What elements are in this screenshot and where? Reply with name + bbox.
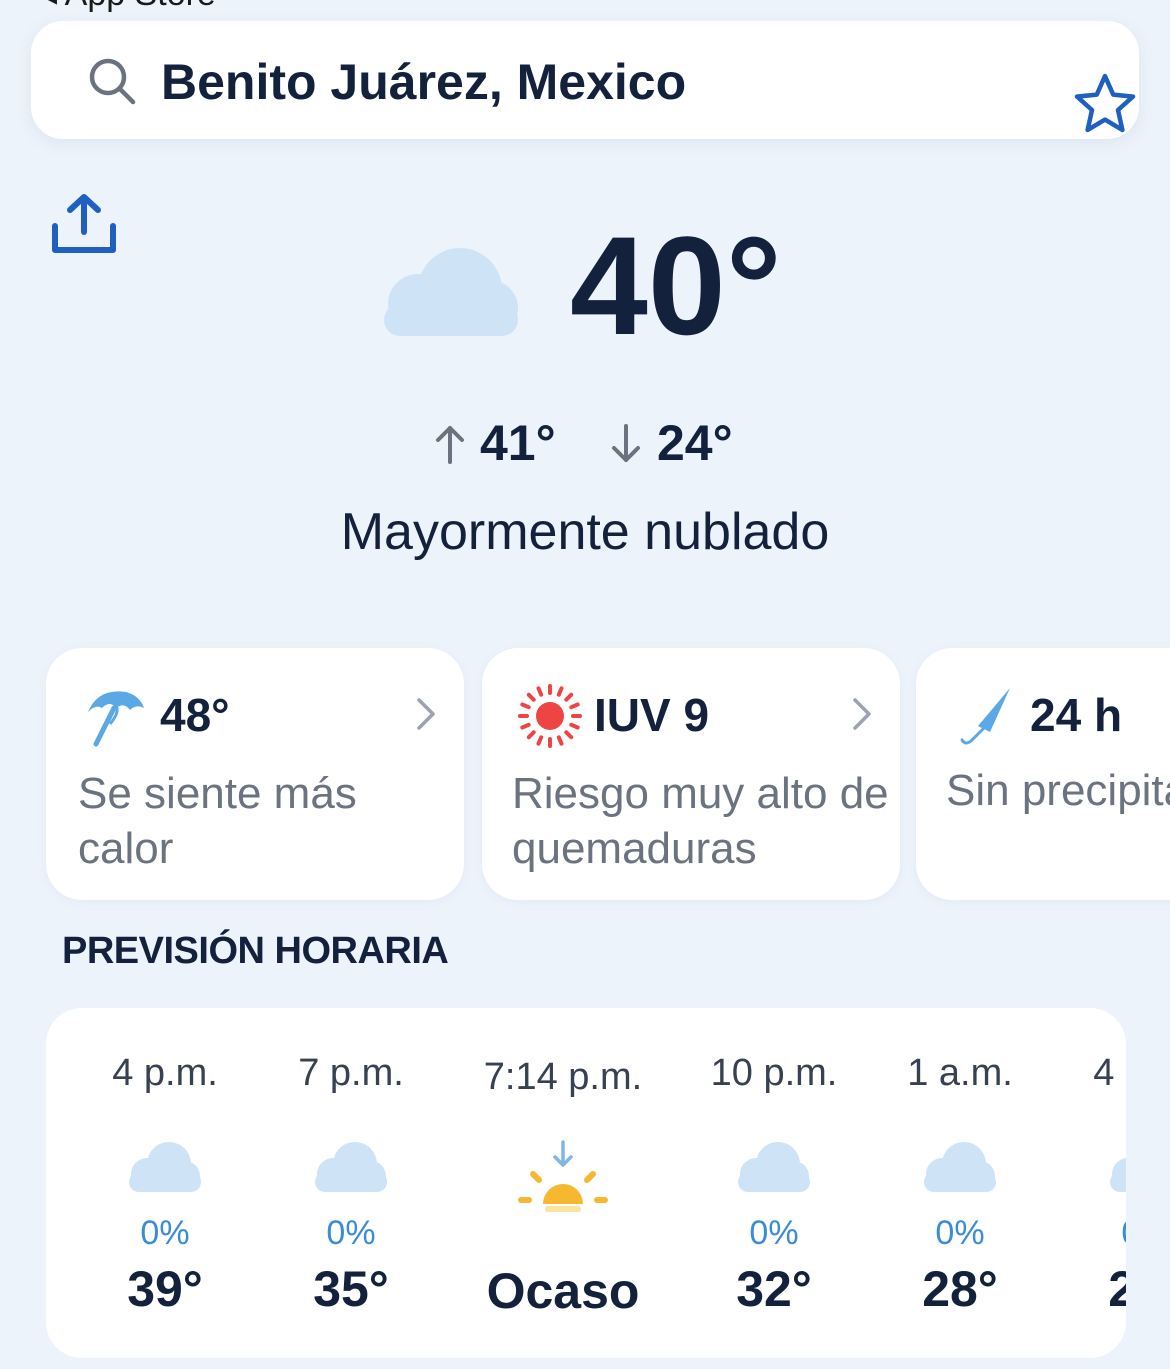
high-temperature: 41°: [480, 415, 556, 471]
back-to-app-store-link[interactable]: ◂ App Store: [40, 0, 216, 14]
uv-index-description: Riesgo muy alto de quemaduras: [512, 769, 889, 873]
hourly-time: 4 a.m.: [1093, 1052, 1126, 1094]
hourly-time: 7 p.m.: [298, 1052, 404, 1094]
cloud-icon: [129, 1142, 201, 1192]
share-icon[interactable]: [50, 192, 118, 256]
condition-text: Mayormente nublado: [340, 503, 830, 561]
weather-page: ◂ App Store Benito Juárez, Mexico 40°: [0, 0, 1170, 1369]
hourly-time: 1 a.m.: [907, 1052, 1013, 1094]
hourly-item: 7 p.m. 0% 35°: [256, 1008, 446, 1358]
cloud-icon: [924, 1142, 996, 1192]
umbrella-icon: [88, 691, 144, 747]
uv-index-card[interactable]: IUV 9 Riesgo muy alto de quemaduras: [482, 648, 900, 900]
hourly-temperature: 35°: [313, 1261, 389, 1317]
location-name[interactable]: Benito Juárez, Mexico: [161, 53, 686, 111]
hourly-time: 7:14 p.m.: [483, 1056, 643, 1098]
hourly-precipitation: 0%: [326, 1214, 376, 1252]
hourly-temperature: 32°: [736, 1261, 812, 1317]
search-bar[interactable]: Benito Juárez, Mexico: [31, 21, 1139, 139]
low-temperature: 24°: [657, 415, 733, 471]
search-icon[interactable]: [86, 55, 138, 107]
hourly-temperature: Ocaso: [486, 1263, 640, 1319]
feels-like-description: Se siente más calor: [78, 769, 357, 873]
feels-like-card[interactable]: 48° Se siente más calor: [46, 648, 464, 900]
hourly-temperature: 39°: [127, 1261, 203, 1317]
precipitation-card[interactable]: 24 h Sin precipitaciones: [916, 648, 1170, 900]
cloud-icon: [738, 1142, 810, 1192]
hourly-precipitation: 0%: [749, 1214, 799, 1252]
sunset-icon: [518, 1140, 608, 1212]
cloud-icon: [384, 248, 518, 336]
hourly-temperature: 27°: [1108, 1261, 1126, 1317]
cloud-icon: [315, 1142, 387, 1192]
hourly-precipitation: 0%: [1051, 1214, 1126, 1253]
precipitation-description: Sin precipitaciones: [946, 766, 1170, 815]
hourly-item: 4 a.m. 0% 27°: [1051, 1008, 1126, 1358]
feels-like-value: 48°: [160, 689, 230, 741]
chevron-right-icon: [853, 698, 871, 730]
hourly-forecast-panel[interactable]: 4 p.m. 0% 39° 7 p.m. 0% 35° 7:14 p.m. Oc…: [46, 1008, 1126, 1358]
high-low-temperatures: 41° 24°: [0, 410, 1170, 474]
hourly-item: 4 p.m. 0% 39°: [70, 1008, 260, 1358]
uv-index-value: IUV 9: [594, 689, 710, 741]
hourly-time: 4 p.m.: [112, 1052, 218, 1094]
hourly-precipitation: 0%: [935, 1214, 985, 1252]
sun-icon: [518, 684, 582, 748]
current-temperature: 40°: [570, 207, 782, 364]
arrow-down-icon: [612, 424, 640, 462]
hourly-time: 10 p.m.: [710, 1052, 838, 1094]
hourly-precipitation: 0%: [140, 1214, 190, 1252]
hourly-item: 10 p.m. 0% 32°: [679, 1008, 869, 1358]
closed-umbrella-icon: [960, 688, 1010, 745]
hourly-item: 1 a.m. 0% 28°: [865, 1008, 1055, 1358]
hourly-forecast-title: PREVISIÓN HORARIA: [62, 930, 449, 972]
precipitation-value: 24 h: [1030, 689, 1123, 741]
hourly-temperature: 28°: [922, 1261, 998, 1317]
favorite-star-icon[interactable]: [1073, 72, 1137, 136]
arrow-up-icon: [436, 426, 464, 464]
hourly-item-sunset: 7:14 p.m. Ocaso: [458, 1008, 668, 1358]
cloud-icon: [1110, 1158, 1126, 1192]
chevron-right-icon: [417, 698, 435, 730]
